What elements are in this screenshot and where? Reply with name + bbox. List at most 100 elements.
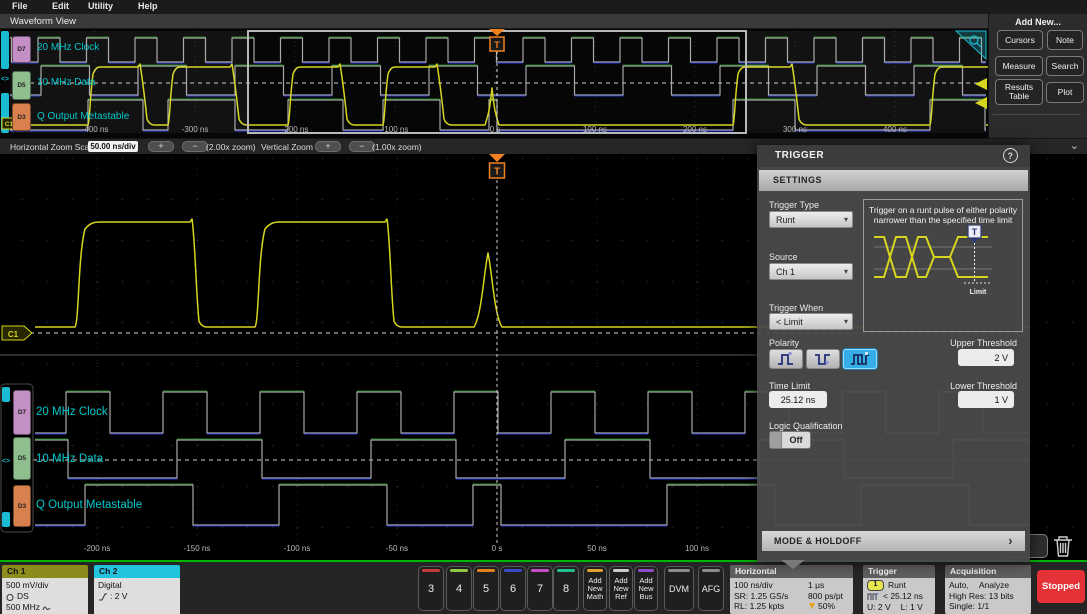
dvm-button[interactable]: DVM [664, 566, 694, 611]
mode-holdoff-section[interactable]: MODE & HOLDOFF › [762, 531, 1025, 551]
time-label: 100 ns [582, 125, 608, 134]
menu-edit[interactable]: Edit [52, 1, 69, 11]
afg-button[interactable]: AFG [698, 566, 724, 611]
acquisition-badge[interactable]: Acquisition Auto, Analyze High Res: 13 bi… [945, 565, 1031, 614]
horizontal-zoom-value-text: 50.00 ns/div [90, 142, 136, 151]
polarity-negative-button[interactable] [806, 349, 840, 369]
trigger-source-chip: 1 [867, 580, 884, 591]
time-limit-value: 25.12 ns [780, 394, 816, 405]
add-new-ref-button[interactable]: Add New Ref [609, 566, 633, 611]
trigger-lower: L: 1 V [900, 601, 923, 612]
acq-mode: Auto, [949, 580, 969, 590]
h-zoom-factor: (2.00x zoom) [206, 142, 256, 152]
time-label: -200 ns [83, 544, 111, 553]
horizontal-zoom-scale-value[interactable]: 50.00 ns/div [88, 141, 138, 152]
trigger-description-box: Trigger on a runt pulse of either polari… [863, 199, 1023, 332]
add-new-math-button[interactable]: Add New Math [583, 566, 607, 611]
polarity-either-button[interactable] [843, 349, 877, 369]
trigger-when-dropdown[interactable]: < Limit ▾ [769, 313, 853, 330]
horizontal-badge[interactable]: Horizontal 100 ns/div 1 µs SR: 1.25 GS/s 8… [730, 565, 853, 614]
add-new-search-button[interactable]: Search [1046, 56, 1084, 76]
trigger-marker-letter: T [494, 40, 500, 50]
menu-utility[interactable]: Utility [88, 1, 113, 11]
lower-threshold-value: 1 V [994, 394, 1008, 405]
main-channel-label: Q Output Metastable [36, 499, 143, 511]
add-new-measure-button[interactable]: Measure [995, 56, 1043, 76]
overview-channel-label: 20 MHz Clock [37, 42, 100, 53]
plus-icon: + [158, 141, 164, 151]
waveform-overview[interactable]: T <> C1 D7 20 MHz Clock D5 10 MHz Data D3 Q Outp… [0, 29, 988, 138]
chevron-down-icon: ▾ [843, 215, 848, 224]
ch2-position-handle[interactable]: <> [2, 458, 10, 465]
position-marker-icon [809, 602, 815, 609]
h-zoom-minus-button[interactable]: − [182, 141, 208, 152]
channel-color-strip [450, 569, 468, 572]
overview-badge-d7[interactable]: D7 [12, 36, 31, 63]
waveform-view-tab[interactable]: Waveform View [0, 14, 988, 29]
overview-badge-d3[interactable]: D3 [12, 103, 31, 131]
channel-button-8[interactable]: 8 [553, 566, 579, 611]
add-new-plot-button[interactable]: Plot [1046, 82, 1084, 103]
trigger-panel-title: TRIGGER [775, 150, 825, 161]
channel-button-5[interactable]: 5 [473, 566, 499, 611]
ch2-position-handle[interactable]: <> [1, 76, 9, 83]
trigger-when-value: < Limit [776, 316, 803, 327]
menu-help[interactable]: Help [138, 1, 158, 11]
ch1-scale: 500 mV/div [6, 580, 49, 590]
channel-button-label: 6 [509, 582, 517, 595]
channel-button-4[interactable]: 4 [446, 566, 472, 611]
channel-button-3[interactable]: 3 [418, 566, 444, 611]
record-length: RL: 1.25 kpts [734, 601, 785, 611]
time-label: 0 s [491, 544, 503, 553]
overview-badge-d5[interactable]: D5 [12, 71, 31, 100]
help-icon[interactable]: ? [1003, 148, 1018, 163]
upper-threshold-field[interactable]: 2 V [958, 349, 1014, 366]
chevron-down-icon: ▾ [843, 317, 848, 326]
digital-channel-id: D3 [17, 113, 26, 121]
mode-holdoff-label: MODE & HOLDOFF [774, 536, 862, 546]
logic-qualification-toggle[interactable]: Off [769, 431, 811, 449]
lower-threshold-field[interactable]: 1 V [958, 391, 1014, 408]
polarity-positive-button[interactable] [769, 349, 803, 369]
channel-badge-ch1[interactable]: Ch 1 500 mV/div DS 500 MHz [2, 565, 88, 614]
channel-button-label: 4 [455, 582, 463, 595]
add-new-bus-button[interactable]: Add New Bus [634, 566, 658, 611]
add-new-panel: Add New... Cursors Note Measure Search Resul… [988, 14, 1087, 145]
chevron-right-icon: › [1008, 533, 1013, 548]
channel-badge-ch2[interactable]: Ch 2 Digital : 2 V [94, 565, 180, 614]
ch1-name: Ch 1 [7, 566, 26, 576]
trash-icon[interactable] [1054, 536, 1072, 557]
stopped-run-stop-button[interactable]: Stopped [1037, 570, 1085, 603]
trigger-upper: U: 2 V [867, 601, 891, 612]
main-badge-d5[interactable]: D5 [13, 437, 31, 480]
settings-label: SETTINGS [773, 175, 823, 185]
settings-section-header[interactable]: SETTINGS [759, 170, 1028, 191]
h-zoom-plus-button[interactable]: + [148, 141, 174, 152]
source-dropdown[interactable]: Ch 1 ▾ [769, 263, 853, 280]
time-limit-field[interactable]: 25.12 ns [769, 391, 827, 408]
add-new-cursors-button[interactable]: Cursors [997, 30, 1043, 50]
trigger-badge[interactable]: Trigger 1 Runt < 25.12 ns U: 2 V L: 1 V [863, 565, 935, 614]
trigger-type-dropdown[interactable]: Runt ▾ [769, 211, 853, 228]
waveform-view-title: Waveform View [10, 16, 76, 27]
menu-file[interactable]: File [12, 1, 28, 11]
time-limit-label: Time Limit [769, 381, 811, 391]
main-badge-d7[interactable]: D7 [13, 390, 31, 435]
sample-rate: SR: 1.25 GS/s [734, 590, 789, 601]
add-new-results-table-button[interactable]: Results Table [995, 79, 1043, 105]
channel-button-7[interactable]: 7 [527, 566, 553, 611]
main-badge-d3[interactable]: D3 [13, 485, 31, 527]
plus-icon: + [325, 141, 331, 151]
digital-group-handle[interactable] [2, 387, 10, 402]
add-new-note-button[interactable]: Note [1047, 30, 1083, 50]
question-mark: ? [1007, 151, 1014, 161]
chevron-down-icon[interactable]: ⌄ [1070, 139, 1079, 152]
lower-threshold-label: Lower Threshold [950, 381, 1017, 391]
digital-group-handle[interactable] [2, 512, 10, 527]
channel-button-6[interactable]: 6 [500, 566, 526, 611]
polarity-button-group [769, 349, 889, 369]
digital-channel-id: D5 [17, 82, 26, 89]
minus-icon: − [192, 141, 198, 151]
v-zoom-plus-button[interactable]: + [315, 141, 341, 152]
overview-left-handle[interactable] [1, 31, 9, 69]
